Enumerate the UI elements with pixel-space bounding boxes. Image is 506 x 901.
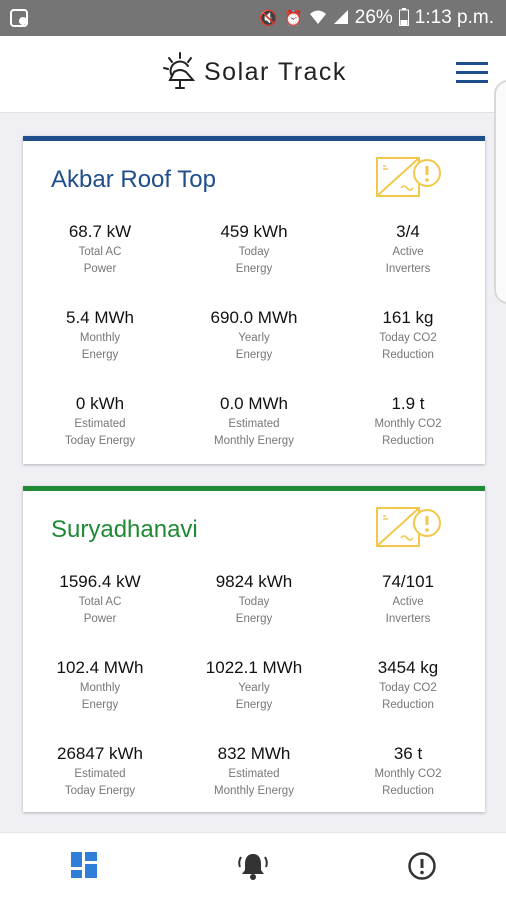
inverter-warning-icon[interactable] [375, 506, 445, 561]
metric-yearly-energy: 690.0 MWh Yearly Energy [210, 308, 298, 361]
metric-today-energy: 9824 kWh Today Energy [215, 572, 293, 625]
dashboard-icon[interactable] [70, 851, 102, 883]
metric-monthly-energy: 5.4 MWh Monthly Energy [65, 308, 135, 361]
metric-active-inverters: 74/101 Active Inverters [382, 572, 434, 625]
inverter-warning-icon[interactable] [375, 156, 445, 211]
card-accent-bar [23, 486, 485, 491]
metric-active-inverters: 3/4 Active Inverters [385, 222, 431, 275]
brand: Solar Track [160, 50, 347, 94]
metric-today-co2: 161 kg Today CO2 Reduction [379, 308, 437, 361]
metric-estimated-today-energy: 0 kWh Estimated Today Energy [64, 394, 136, 447]
card-accent-bar [23, 136, 485, 141]
metric-estimated-monthly-energy: 0.0 MWh Estimated Monthly Energy [214, 394, 294, 447]
notification-icon [10, 8, 30, 33]
solar-logo-icon [163, 52, 196, 89]
app-title: Solar Track [204, 57, 347, 86]
metric-monthly-co2: 1.9 t Monthly CO2 Reduction [374, 394, 442, 447]
metric-total-ac-power: 1596.4 kW Total AC Power [59, 572, 141, 625]
bottom-navigation [0, 832, 506, 901]
alarm-icon[interactable] [237, 851, 269, 883]
battery-percent: 26% [354, 7, 393, 28]
metric-yearly-energy: 1022.1 MWh Yearly Energy [205, 658, 303, 711]
metric-today-co2: 3454 kg Today CO2 Reduction [377, 658, 439, 711]
battery-icon [398, 7, 409, 29]
site-name: Suryadhanavi [51, 516, 198, 543]
metric-estimated-today-energy: 26847 kWh Estimated Today Energy [57, 744, 143, 797]
status-bar: 🔇 ⏰ 26% 1:13 p.m. [0, 0, 506, 36]
app-bar: Solar Track [0, 36, 506, 113]
metric-monthly-co2: 36 t Monthly CO2 Reduction [374, 744, 442, 797]
alert-icon[interactable] [407, 851, 439, 883]
site-name: Akbar Roof Top [51, 166, 216, 193]
signal-icon [333, 9, 349, 28]
metric-monthly-energy: 102.4 MWh Monthly Energy [56, 658, 144, 711]
clock: 1:13 p.m. [414, 7, 494, 28]
metric-today-energy: 459 kWh Today Energy [220, 222, 288, 275]
alarm-clock-icon: ⏰ [284, 9, 303, 27]
mute-icon: 🔇 [259, 9, 279, 27]
metric-total-ac-power: 68.7 kW Total AC Power [68, 222, 132, 275]
menu-button[interactable] [456, 62, 488, 84]
site-card[interactable]: Akbar Roof Top 68.7 kW Total AC Power 459… [23, 136, 485, 464]
site-card[interactable]: Suryadhanavi 1596.4 kW Total AC Power 982… [23, 486, 485, 812]
metric-estimated-monthly-energy: 832 MWh Estimated Monthly Energy [214, 744, 294, 797]
edge-panel-handle[interactable] [494, 80, 506, 304]
wifi-icon [309, 9, 327, 28]
